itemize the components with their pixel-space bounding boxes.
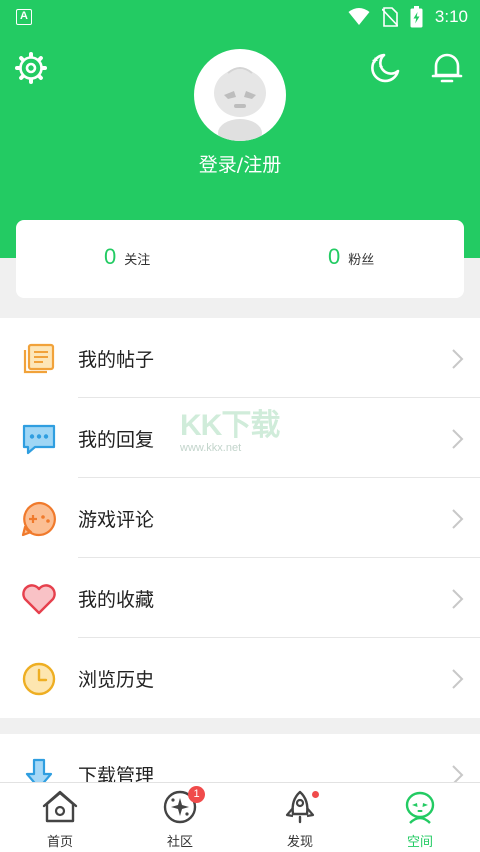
status-time: 3:10 xyxy=(434,7,468,26)
login-register-link[interactable]: 登录/注册 xyxy=(0,150,480,177)
chevron-right-icon xyxy=(452,349,464,369)
menu-item-my-posts[interactable]: 我的帖子 xyxy=(0,318,480,398)
tab-discover[interactable]: 发现 xyxy=(260,789,340,850)
heart-icon xyxy=(22,584,56,615)
no-sim-icon xyxy=(381,7,398,27)
discover-dot xyxy=(312,791,319,798)
bottom-tab-bar: 首页 1 社区 发现 空间 xyxy=(0,782,480,852)
notification-a-icon: A xyxy=(16,9,32,25)
tab-space[interactable]: 空间 xyxy=(380,789,460,850)
menu-item-my-favorites[interactable]: 我的收藏 xyxy=(0,558,480,638)
menu-item-label: 我的回复 xyxy=(78,429,155,451)
menu-item-label: 我的帖子 xyxy=(78,349,155,371)
status-bar: A 3:10 xyxy=(0,0,480,34)
fans-label: 粉丝 xyxy=(348,253,375,268)
menu-list-secondary: 下载管理 xyxy=(0,734,480,786)
default-avatar-icon xyxy=(214,67,266,141)
menu-list: 我的帖子 我的回复 游戏评论 我的收藏 浏览历史 xyxy=(0,318,480,718)
reply-icon xyxy=(22,424,56,455)
settings-icon[interactable] xyxy=(14,51,48,85)
follow-count: 0 xyxy=(104,244,117,269)
clock-icon xyxy=(22,662,56,696)
community-badge: 1 xyxy=(188,786,205,803)
tab-community[interactable]: 1 社区 xyxy=(140,786,220,850)
posts-icon xyxy=(23,343,55,374)
tab-home[interactable]: 首页 xyxy=(20,789,100,850)
tab-label: 社区 xyxy=(166,835,193,850)
follow-stat[interactable]: 0 关注 xyxy=(104,244,150,270)
menu-item-game-reviews[interactable]: 游戏评论 xyxy=(0,478,480,558)
home-icon xyxy=(42,790,78,823)
chevron-right-icon xyxy=(452,669,464,689)
wifi-icon xyxy=(348,8,370,25)
avatar[interactable] xyxy=(194,49,286,141)
follow-label: 关注 xyxy=(124,253,151,268)
menu-item-label: 浏览历史 xyxy=(78,669,155,691)
tab-label: 空间 xyxy=(406,835,433,850)
stats-card: 0 关注 0 粉丝 xyxy=(16,220,464,298)
menu-item-browse-history[interactable]: 浏览历史 xyxy=(0,638,480,718)
chevron-right-icon xyxy=(452,509,464,529)
menu-item-label: 我的收藏 xyxy=(78,589,155,611)
menu-item-download-manager[interactable]: 下载管理 xyxy=(0,734,480,786)
menu-item-label: 游戏评论 xyxy=(78,509,155,531)
chevron-right-icon xyxy=(452,589,464,609)
fans-stat[interactable]: 0 粉丝 xyxy=(328,244,374,270)
night-mode-icon[interactable] xyxy=(368,51,402,85)
status-bar-right: 3:10 xyxy=(348,6,468,28)
tab-label: 首页 xyxy=(46,835,73,850)
game-review-icon xyxy=(21,501,56,537)
chevron-right-icon xyxy=(452,429,464,449)
tab-label: 发现 xyxy=(286,835,313,850)
menu-item-my-replies[interactable]: 我的回复 xyxy=(0,398,480,478)
space-icon xyxy=(405,791,435,824)
bell-icon[interactable] xyxy=(430,51,464,85)
battery-charging-icon xyxy=(410,6,423,28)
fans-count: 0 xyxy=(328,244,341,269)
